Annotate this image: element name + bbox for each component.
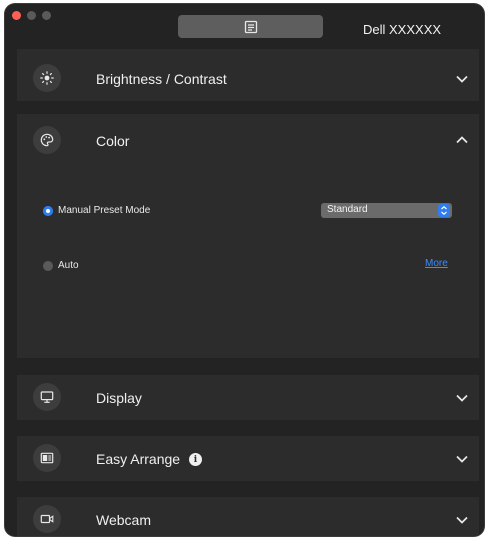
layout-icon: [33, 444, 61, 472]
section-webcam[interactable]: Webcam: [17, 497, 479, 536]
section-brightness-contrast[interactable]: Brightness / Contrast: [17, 49, 479, 101]
section-title: Display: [96, 390, 142, 406]
preset-mode-select[interactable]: Standard: [321, 203, 452, 218]
close-window-button[interactable]: [12, 11, 21, 20]
menu-toggle-button[interactable]: [178, 15, 323, 38]
video-camera-icon: [33, 505, 61, 533]
chevron-down-icon[interactable]: [455, 391, 469, 405]
section-title: Brightness / Contrast: [96, 71, 227, 87]
section-color: Color Manual Preset Mode Standard Auto M…: [17, 114, 479, 358]
auto-label: Auto: [58, 260, 79, 271]
more-link[interactable]: More: [425, 258, 448, 269]
monitor-icon: [33, 383, 61, 411]
manual-preset-label: Manual Preset Mode: [58, 205, 151, 216]
info-icon[interactable]: i: [189, 453, 202, 466]
auto-radio[interactable]: [43, 261, 53, 271]
manual-preset-radio[interactable]: [43, 206, 53, 216]
updown-arrows-icon: [438, 204, 450, 217]
palette-icon: [33, 126, 61, 154]
section-display[interactable]: Display: [17, 375, 479, 420]
app-window: Dell XXXXXX Brightness / Contrast Color …: [5, 4, 484, 536]
chevron-up-icon[interactable]: [455, 133, 469, 147]
minimize-window-button[interactable]: [27, 11, 36, 20]
section-title: Easy Arrange: [96, 451, 181, 467]
window-controls: [12, 11, 51, 20]
chevron-down-icon[interactable]: [455, 72, 469, 86]
section-easy-arrange[interactable]: Easy Arrange i: [17, 436, 479, 481]
monitor-name: Dell XXXXXX: [363, 22, 442, 37]
section-title: Webcam: [96, 512, 151, 528]
preset-mode-value: Standard: [327, 204, 368, 215]
zoom-window-button[interactable]: [42, 11, 51, 20]
section-title: Color: [96, 133, 130, 149]
document-icon: [244, 20, 257, 33]
chevron-down-icon[interactable]: [455, 452, 469, 466]
sun-icon: [33, 64, 61, 92]
chevron-down-icon[interactable]: [455, 513, 469, 527]
